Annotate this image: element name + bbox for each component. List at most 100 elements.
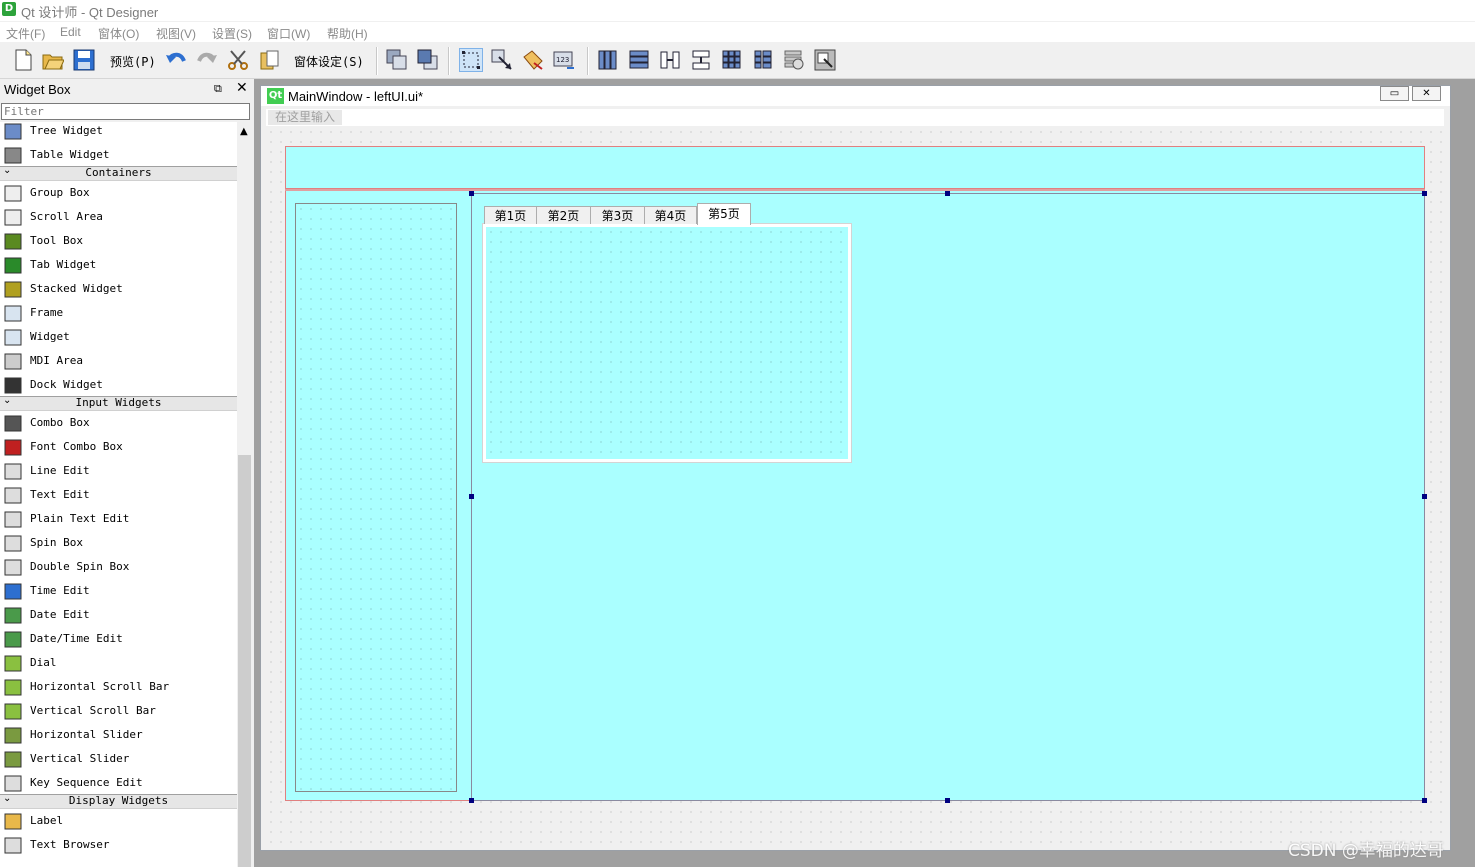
open-file-icon[interactable] (42, 49, 64, 71)
widget-box-item-label: Date Edit (30, 608, 90, 621)
widget-box-item[interactable]: Widget (0, 326, 237, 350)
subwindow-title-bar[interactable] (261, 86, 1450, 106)
form-settings-button[interactable]: 窗体设定(S) (294, 53, 364, 70)
edit-tab-order-icon[interactable]: 123 (553, 49, 575, 71)
widget-box-item-label: Spin Box (30, 536, 83, 549)
resize-handle[interactable] (1422, 798, 1427, 803)
widget-box-item-label: Tool Box (30, 234, 83, 247)
widget-box-item[interactable]: Vertical Scroll Bar (0, 700, 237, 724)
layout-form-icon[interactable] (752, 49, 774, 71)
widget-box-category[interactable]: ⌄ Display Widgets (0, 793, 237, 809)
widget-box-item[interactable]: Spin Box (0, 532, 237, 556)
resize-handle[interactable] (945, 798, 950, 803)
menu-help[interactable]: 帮助(H) (327, 25, 368, 42)
preview-button[interactable]: 预览(P) (110, 53, 156, 70)
widget-box-category[interactable]: ⌄ Containers (0, 165, 237, 181)
redo-icon[interactable] (196, 49, 218, 71)
close-dock-icon[interactable]: ✕ (236, 80, 248, 96)
tab-page-5[interactable]: 第5页 (697, 203, 751, 225)
top-frame[interactable] (285, 146, 1425, 189)
left-panel-widget[interactable] (295, 203, 457, 792)
menu-form[interactable]: 窗体(O) (98, 25, 139, 42)
tab-page-4[interactable]: 第4页 (644, 206, 697, 224)
widget-box-item[interactable]: Time Edit (0, 580, 237, 604)
widget-box-item-label: Stacked Widget (30, 282, 123, 295)
tab-page-3[interactable]: 第3页 (590, 206, 645, 224)
new-file-icon[interactable] (12, 49, 34, 71)
widget-box-item[interactable]: Group Box (0, 182, 237, 206)
close-button[interactable]: ✕ (1412, 86, 1441, 101)
widget-box-item[interactable]: Horizontal Slider (0, 724, 237, 748)
frame-icon (4, 305, 22, 322)
widget-box-item-label: Dock Widget (30, 378, 103, 391)
layout-horizontal-icon[interactable] (597, 49, 619, 71)
menu-window[interactable]: 窗口(W) (267, 25, 310, 42)
layout-horizontal-splitter-icon[interactable] (659, 49, 681, 71)
adjust-size-icon[interactable] (814, 49, 836, 71)
resize-handle[interactable] (469, 798, 474, 803)
widget-box-item[interactable]: Key Sequence Edit (0, 772, 237, 796)
widget-box-item[interactable]: Combo Box (0, 412, 237, 436)
widget-box-category[interactable]: ⌄ Input Widgets (0, 395, 237, 411)
horizontal-slider-icon (4, 727, 22, 744)
widget-box-item[interactable]: Font Combo Box (0, 436, 237, 460)
menu-edit[interactable]: Edit (60, 25, 81, 39)
widget-box-item[interactable]: Date Edit (0, 604, 237, 628)
undo-icon[interactable] (165, 49, 187, 71)
widget-box-item[interactable]: Plain Text Edit (0, 508, 237, 532)
widget-box-item[interactable]: Label (0, 810, 237, 834)
resize-handle[interactable] (1422, 494, 1427, 499)
widget-box-item[interactable]: Text Edit (0, 484, 237, 508)
break-layout-icon[interactable] (783, 49, 805, 71)
edit-widgets-icon[interactable] (459, 48, 483, 72)
widget-box-scroll-thumb[interactable] (238, 455, 251, 867)
widget-box-item[interactable]: Vertical Slider (0, 748, 237, 772)
widget-box-item[interactable]: Tab Widget (0, 254, 237, 278)
widget-box-item[interactable]: Horizontal Scroll Bar (0, 676, 237, 700)
widget-box-item-label: Font Combo Box (30, 440, 123, 453)
layout-vertical-icon[interactable] (628, 49, 650, 71)
save-icon[interactable] (73, 49, 95, 71)
widget-box-item[interactable]: Scroll Area (0, 206, 237, 230)
scroll-up-arrow-icon[interactable]: ▲ (240, 126, 248, 137)
minimize-button[interactable]: ▭ (1380, 86, 1409, 101)
resize-handle[interactable] (1422, 191, 1427, 196)
resize-handle[interactable] (469, 494, 474, 499)
send-to-back-icon[interactable] (386, 49, 408, 71)
widget-box-item[interactable]: Tool Box (0, 230, 237, 254)
form-menu-bar (266, 109, 1444, 126)
bring-to-front-icon[interactable] (417, 49, 439, 71)
widget-box-item-label: Text Edit (30, 488, 90, 501)
float-dock-icon[interactable]: ⧉ (214, 82, 222, 96)
widget-box-item[interactable]: Dock Widget (0, 374, 237, 398)
paste-icon[interactable] (258, 49, 280, 71)
widget-box-item[interactable]: Line Edit (0, 460, 237, 484)
layout-vertical-splitter-icon[interactable] (690, 49, 712, 71)
widget-box-item-label: Scroll Area (30, 210, 103, 223)
widget-box-item[interactable]: Frame (0, 302, 237, 326)
cut-icon[interactable] (227, 49, 249, 71)
edit-buddies-icon[interactable] (522, 49, 544, 71)
resize-handle[interactable] (469, 191, 474, 196)
menu-view[interactable]: 视图(V) (156, 25, 196, 42)
widget-box-item[interactable]: Dial (0, 652, 237, 676)
menu-file[interactable]: 文件(F) (6, 25, 45, 42)
widget-box-item[interactable]: Stacked Widget (0, 278, 237, 302)
edit-signals-slots-icon[interactable] (491, 49, 513, 71)
widget-filter-input[interactable] (1, 103, 250, 120)
tab-page-1[interactable]: 第1页 (484, 206, 537, 224)
widget-box-item[interactable]: Text Browser (0, 834, 237, 858)
widget-box-item[interactable]: Tree Widget (0, 122, 237, 144)
widget-box-item[interactable]: Date/Time Edit (0, 628, 237, 652)
tab-page-content[interactable] (486, 227, 848, 459)
widget-box-item[interactable]: Double Spin Box (0, 556, 237, 580)
resize-handle[interactable] (945, 191, 950, 196)
type-here-menu-placeholder[interactable]: 在这里输入 (268, 110, 342, 125)
scroll-area-icon (4, 209, 22, 226)
widget-box-item[interactable]: MDI Area (0, 350, 237, 374)
menu-settings[interactable]: 设置(S) (212, 25, 252, 42)
horizontal-scroll-bar-icon (4, 679, 22, 696)
widget-box-item[interactable]: Table Widget (0, 144, 237, 168)
layout-grid-icon[interactable] (721, 49, 743, 71)
tab-page-2[interactable]: 第2页 (536, 206, 591, 224)
